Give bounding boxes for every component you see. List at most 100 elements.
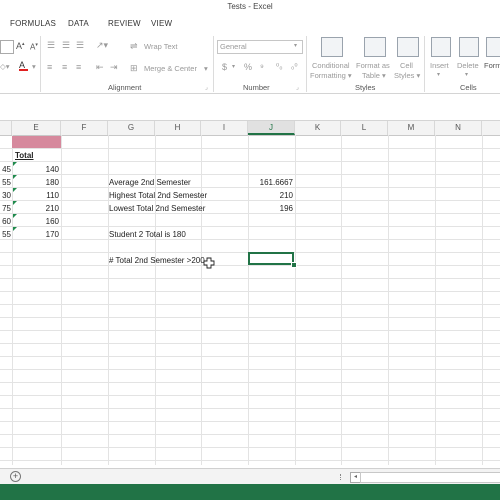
decrease-font-icon[interactable]: A▾ <box>30 42 38 52</box>
tab-review[interactable]: REVIEW <box>108 19 141 28</box>
cell-d-value[interactable]: 30 <box>0 189 11 202</box>
conditional-formatting-label-2[interactable]: Formatting ▾ <box>310 71 352 80</box>
delete-dropdown-icon[interactable]: ▾ <box>465 71 468 78</box>
result-highest[interactable]: 210 <box>248 189 293 202</box>
cell-d-value[interactable]: 60 <box>0 215 11 228</box>
add-sheet-button[interactable]: + <box>10 471 21 482</box>
group-separator <box>306 36 307 92</box>
increase-decimal-icon[interactable]: ⁰₀ <box>276 62 283 71</box>
group-separator <box>40 36 41 92</box>
cell-e-total[interactable]: 170 <box>12 228 59 241</box>
column-header-g[interactable]: G <box>108 121 155 135</box>
column-header-i[interactable]: I <box>201 121 248 135</box>
number-format-value: General <box>220 42 247 51</box>
percent-button[interactable]: % <box>244 62 252 72</box>
format-cells-icon <box>486 37 500 57</box>
number-format-dropdown[interactable]: General ▾ <box>217 40 303 54</box>
delete-button[interactable]: Delete <box>457 61 479 70</box>
column-header-d[interactable] <box>0 121 12 135</box>
column-header-m[interactable]: M <box>388 121 435 135</box>
currency-button[interactable]: $ <box>222 62 227 72</box>
merge-dropdown-icon[interactable]: ▾ <box>204 64 208 73</box>
format-as-table-label[interactable]: Format as <box>356 61 390 70</box>
window-title: Tests - Excel <box>227 2 273 11</box>
cell-e-total[interactable]: 160 <box>12 215 59 228</box>
conditional-formatting-icon <box>321 37 343 57</box>
increase-font-icon[interactable]: A▴ <box>16 41 25 51</box>
column-header-e[interactable]: E <box>12 121 61 135</box>
column-header-k[interactable]: K <box>295 121 341 135</box>
align-top-icon[interactable]: ☰ <box>47 40 55 51</box>
group-label-alignment: Alignment <box>108 83 142 92</box>
font-color-icon[interactable]: A <box>19 60 28 71</box>
wrap-text-button[interactable]: Wrap Text <box>144 42 178 51</box>
total-header[interactable]: Total <box>15 149 34 162</box>
comma-style-icon[interactable]: ⁹ <box>260 62 264 72</box>
insert-dropdown-icon[interactable]: ▾ <box>437 71 440 78</box>
group-label-styles: Styles <box>355 83 376 92</box>
label-average-2nd-semester[interactable]: Average 2nd Semester <box>109 176 191 189</box>
result-lowest[interactable]: 196 <box>248 202 293 215</box>
merge-center-icon[interactable]: ⊞ <box>130 63 138 74</box>
align-right-icon[interactable]: ≡ <box>76 62 81 72</box>
cell-d-value[interactable]: 45 <box>0 163 11 176</box>
label-student-total[interactable]: Student 2 Total is 180 <box>109 228 186 241</box>
cell-styles-label[interactable]: Cell <box>400 61 413 70</box>
font-size-dropdown[interactable] <box>0 40 14 54</box>
tab-data[interactable]: DATA <box>68 19 89 28</box>
tab-formulas[interactable]: FORMULAS <box>10 19 56 28</box>
cell-e-total[interactable]: 140 <box>12 163 59 176</box>
cursor-icon <box>203 257 215 269</box>
delete-cells-icon <box>459 37 479 57</box>
fill-handle[interactable] <box>291 262 297 268</box>
align-left-icon[interactable]: ≡ <box>47 62 52 72</box>
cell-e-total[interactable]: 110 <box>12 189 59 202</box>
active-cell[interactable] <box>248 252 294 265</box>
decrease-decimal-icon[interactable]: ₀⁰ <box>291 62 298 71</box>
format-as-table-label-2[interactable]: Table ▾ <box>362 71 386 80</box>
formula-bar[interactable] <box>0 94 500 121</box>
cell-styles-label-2[interactable]: Styles ▾ <box>394 71 420 80</box>
number-launcher-icon[interactable]: ⌟ <box>296 84 299 91</box>
insert-button[interactable]: Insert <box>430 61 449 70</box>
format-button[interactable]: Form <box>484 61 500 70</box>
result-average[interactable]: 161.6667 <box>248 176 293 189</box>
wrap-text-icon[interactable]: ⇌ <box>130 41 138 52</box>
font-color-dropdown-icon[interactable]: ▾ <box>32 62 36 71</box>
horizontal-scrollbar[interactable] <box>360 472 500 483</box>
cell-d-value[interactable]: 75 <box>0 202 11 215</box>
column-header-j[interactable]: J <box>248 121 295 135</box>
cell-e-total[interactable]: 210 <box>12 202 59 215</box>
label-count-over-200[interactable]: # Total 2nd Semester >200 <box>109 254 205 267</box>
column-header-o[interactable] <box>482 121 500 135</box>
group-label-cells: Cells <box>460 83 477 92</box>
title-bar: Tests - Excel <box>0 0 500 16</box>
cell-e-total[interactable]: 180 <box>12 176 59 189</box>
label-highest-total[interactable]: Highest Total 2nd Semester <box>109 189 207 202</box>
tab-split-handle[interactable] <box>340 474 344 480</box>
increase-indent-icon[interactable]: ⇥ <box>110 62 118 73</box>
align-middle-icon[interactable]: ☰ <box>62 40 70 51</box>
label-lowest-total[interactable]: Lowest Total 2nd Semester <box>109 202 205 215</box>
currency-dropdown-icon[interactable]: ▾ <box>232 63 235 70</box>
column-header-row: E F G H I J K L M N <box>0 121 500 136</box>
conditional-formatting-label[interactable]: Conditional <box>312 61 350 70</box>
tab-view[interactable]: VIEW <box>151 19 172 28</box>
group-separator <box>213 36 214 92</box>
orientation-icon[interactable]: ↗▾ <box>96 40 108 51</box>
ribbon-tabs: FORMULAS DATA REVIEW VIEW <box>0 16 500 32</box>
cell-d-value[interactable]: 55 <box>0 176 11 189</box>
header-fill-cell[interactable] <box>12 136 61 148</box>
column-header-n[interactable]: N <box>435 121 482 135</box>
cell-d-value[interactable]: 55 <box>0 228 11 241</box>
merge-center-button[interactable]: Merge & Center <box>144 64 197 73</box>
chevron-down-icon: ▾ <box>294 43 298 49</box>
align-center-icon[interactable]: ≡ <box>62 62 67 72</box>
alignment-launcher-icon[interactable]: ⌟ <box>205 84 208 91</box>
column-header-l[interactable]: L <box>341 121 388 135</box>
column-header-f[interactable]: F <box>61 121 108 135</box>
decrease-indent-icon[interactable]: ⇤ <box>96 62 104 73</box>
align-bottom-icon[interactable]: ☰ <box>76 40 84 51</box>
fill-color-icon[interactable]: ◇▾ <box>0 62 10 71</box>
column-header-h[interactable]: H <box>155 121 201 135</box>
